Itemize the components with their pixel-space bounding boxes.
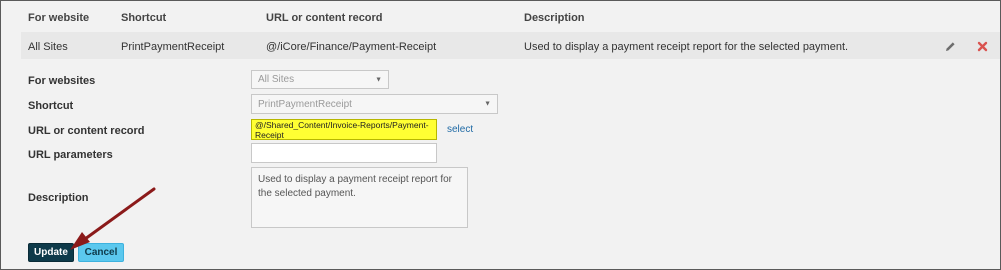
url-field[interactable]: @/Shared_Content/Invoice-Reports/Payment… xyxy=(251,119,437,140)
shortcut-editor-panel: For website Shortcut URL or content reco… xyxy=(0,0,1001,270)
row-description: Used to display a payment receipt report… xyxy=(524,41,849,53)
select-link[interactable]: select xyxy=(447,124,473,135)
shortcut-label: Shortcut xyxy=(28,100,74,112)
pencil-icon[interactable] xyxy=(945,41,956,55)
header-shortcut: Shortcut xyxy=(121,12,167,24)
shortcut-select-value: PrintPaymentReceipt xyxy=(258,98,352,110)
websites-label: For websites xyxy=(28,75,96,87)
chevron-down-icon: ▼ xyxy=(484,100,491,108)
header-description: Description xyxy=(524,12,585,24)
websites-select[interactable]: All Sites ▼ xyxy=(251,70,389,89)
description-textarea-value: Used to display a payment receipt report… xyxy=(258,174,452,199)
shortcut-select[interactable]: PrintPaymentReceipt ▼ xyxy=(251,94,498,114)
url-parameters-label: URL parameters xyxy=(28,149,113,161)
row-website: All Sites xyxy=(28,41,68,53)
header-for-website: For website xyxy=(28,12,90,24)
header-url: URL or content record xyxy=(266,12,383,24)
websites-select-value: All Sites xyxy=(258,74,295,85)
close-icon[interactable] xyxy=(977,41,988,55)
url-parameters-field[interactable] xyxy=(251,143,437,163)
annotation-arrow xyxy=(70,187,156,250)
description-textarea[interactable]: Used to display a payment receipt report… xyxy=(251,167,468,228)
url-label: URL or content record xyxy=(28,125,145,137)
table-header: For website Shortcut URL or content reco… xyxy=(1,1,1000,32)
row-shortcut: PrintPaymentReceipt xyxy=(121,41,225,53)
row-url: @/iCore/Finance/Payment-Receipt xyxy=(266,41,437,53)
chevron-down-icon: ▼ xyxy=(375,76,382,83)
url-field-value: @/Shared_Content/Invoice-Reports/Payment… xyxy=(255,119,429,140)
